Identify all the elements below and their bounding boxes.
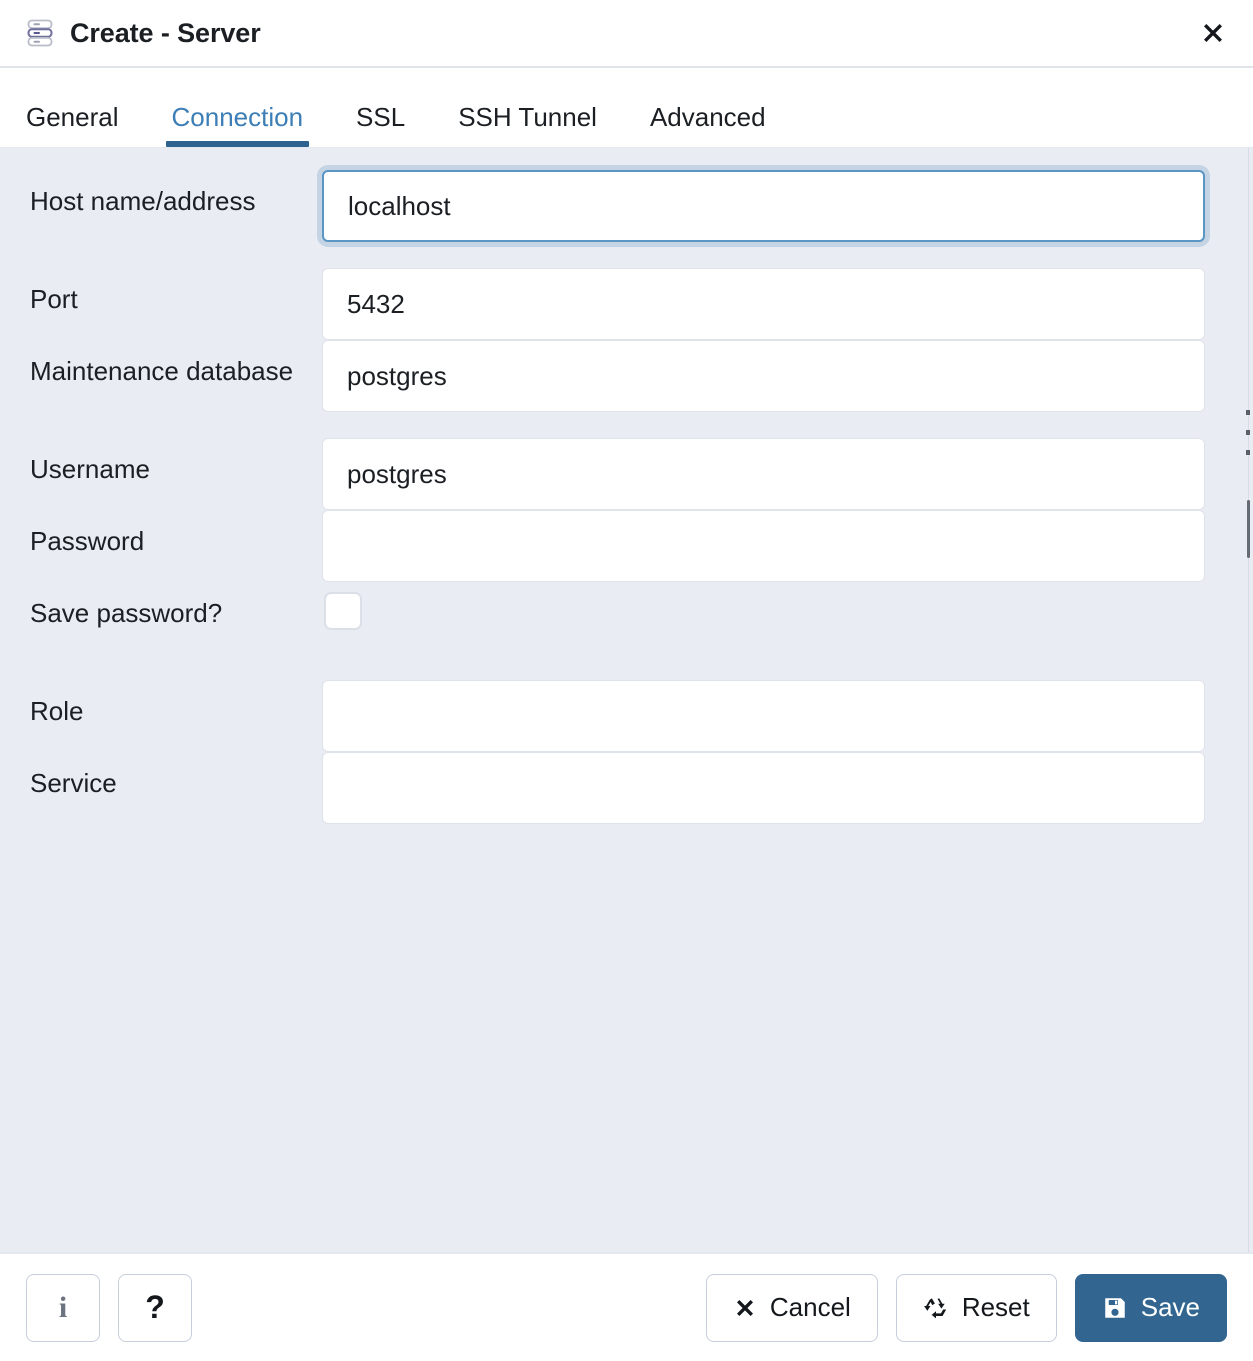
field-row-username: Username (26, 438, 1227, 510)
tab-general[interactable]: General (26, 102, 119, 147)
port-input[interactable] (322, 268, 1205, 340)
scrollbar-tick (1246, 410, 1250, 415)
cancel-button-label: Cancel (770, 1292, 851, 1323)
field-row-maintenance-database: Maintenance database (26, 340, 1227, 438)
password-control (322, 510, 1227, 582)
info-button[interactable]: i (26, 1274, 100, 1342)
close-icon[interactable] (1191, 11, 1235, 55)
save-disk-icon (1102, 1295, 1128, 1321)
username-control (322, 438, 1227, 510)
question-mark-icon: ? (145, 1289, 165, 1326)
cancel-button[interactable]: Cancel (706, 1274, 878, 1342)
port-label: Port (26, 268, 322, 316)
username-input[interactable] (322, 438, 1205, 510)
connection-form: Host name/address Port Maintenance datab… (0, 148, 1253, 1252)
host-label: Host name/address (26, 170, 322, 218)
tab-advanced[interactable]: Advanced (650, 102, 766, 147)
username-label: Username (26, 438, 322, 486)
maintenance-database-label: Maintenance database (26, 340, 322, 388)
save-password-control (322, 582, 1227, 630)
save-password-label: Save password? (26, 582, 322, 630)
field-row-role: Role (26, 680, 1227, 752)
save-button[interactable]: Save (1075, 1274, 1227, 1342)
field-row-host: Host name/address (26, 170, 1227, 268)
save-password-checkbox[interactable] (324, 592, 362, 630)
dialog-titlebar: Create - Server (0, 0, 1253, 68)
tab-ssl[interactable]: SSL (356, 102, 405, 147)
service-label: Service (26, 752, 322, 800)
password-input[interactable] (322, 510, 1205, 582)
dialog-tabs: General Connection SSL SSH Tunnel Advanc… (0, 68, 1253, 148)
close-x-icon (733, 1296, 757, 1320)
host-control (322, 170, 1227, 242)
field-row-service: Service (26, 752, 1227, 824)
dialog-title: Create - Server (70, 18, 261, 49)
maintenance-database-control (322, 340, 1227, 412)
field-row-save-password: Save password? (26, 582, 1227, 680)
info-icon: i (59, 1291, 67, 1325)
service-control (322, 752, 1227, 824)
role-control (322, 680, 1227, 752)
server-icon (24, 17, 56, 49)
maintenance-database-input[interactable] (322, 340, 1205, 412)
titlebar-left: Create - Server (24, 17, 1191, 49)
service-input[interactable] (322, 752, 1205, 824)
scrollbar-tick (1246, 450, 1250, 455)
create-server-dialog: Create - Server General Connection SSL S… (0, 0, 1253, 1361)
role-label: Role (26, 680, 322, 728)
scrollbar-thumb[interactable] (1247, 500, 1250, 558)
help-button[interactable]: ? (118, 1274, 192, 1342)
role-input[interactable] (322, 680, 1205, 752)
password-label: Password (26, 510, 322, 558)
host-input[interactable] (322, 170, 1205, 242)
dialog-footer: i ? Cancel Reset (0, 1252, 1253, 1361)
port-control (322, 268, 1227, 340)
tab-ssh-tunnel[interactable]: SSH Tunnel (458, 102, 597, 147)
scrollbar-track[interactable] (1248, 148, 1249, 1252)
recycle-icon (923, 1295, 949, 1321)
tab-connection[interactable]: Connection (172, 102, 304, 147)
field-row-port: Port (26, 268, 1227, 340)
reset-button-label: Reset (962, 1292, 1030, 1323)
save-button-label: Save (1141, 1292, 1200, 1323)
reset-button[interactable]: Reset (896, 1274, 1057, 1342)
scrollbar-tick (1246, 430, 1250, 435)
field-row-password: Password (26, 510, 1227, 582)
